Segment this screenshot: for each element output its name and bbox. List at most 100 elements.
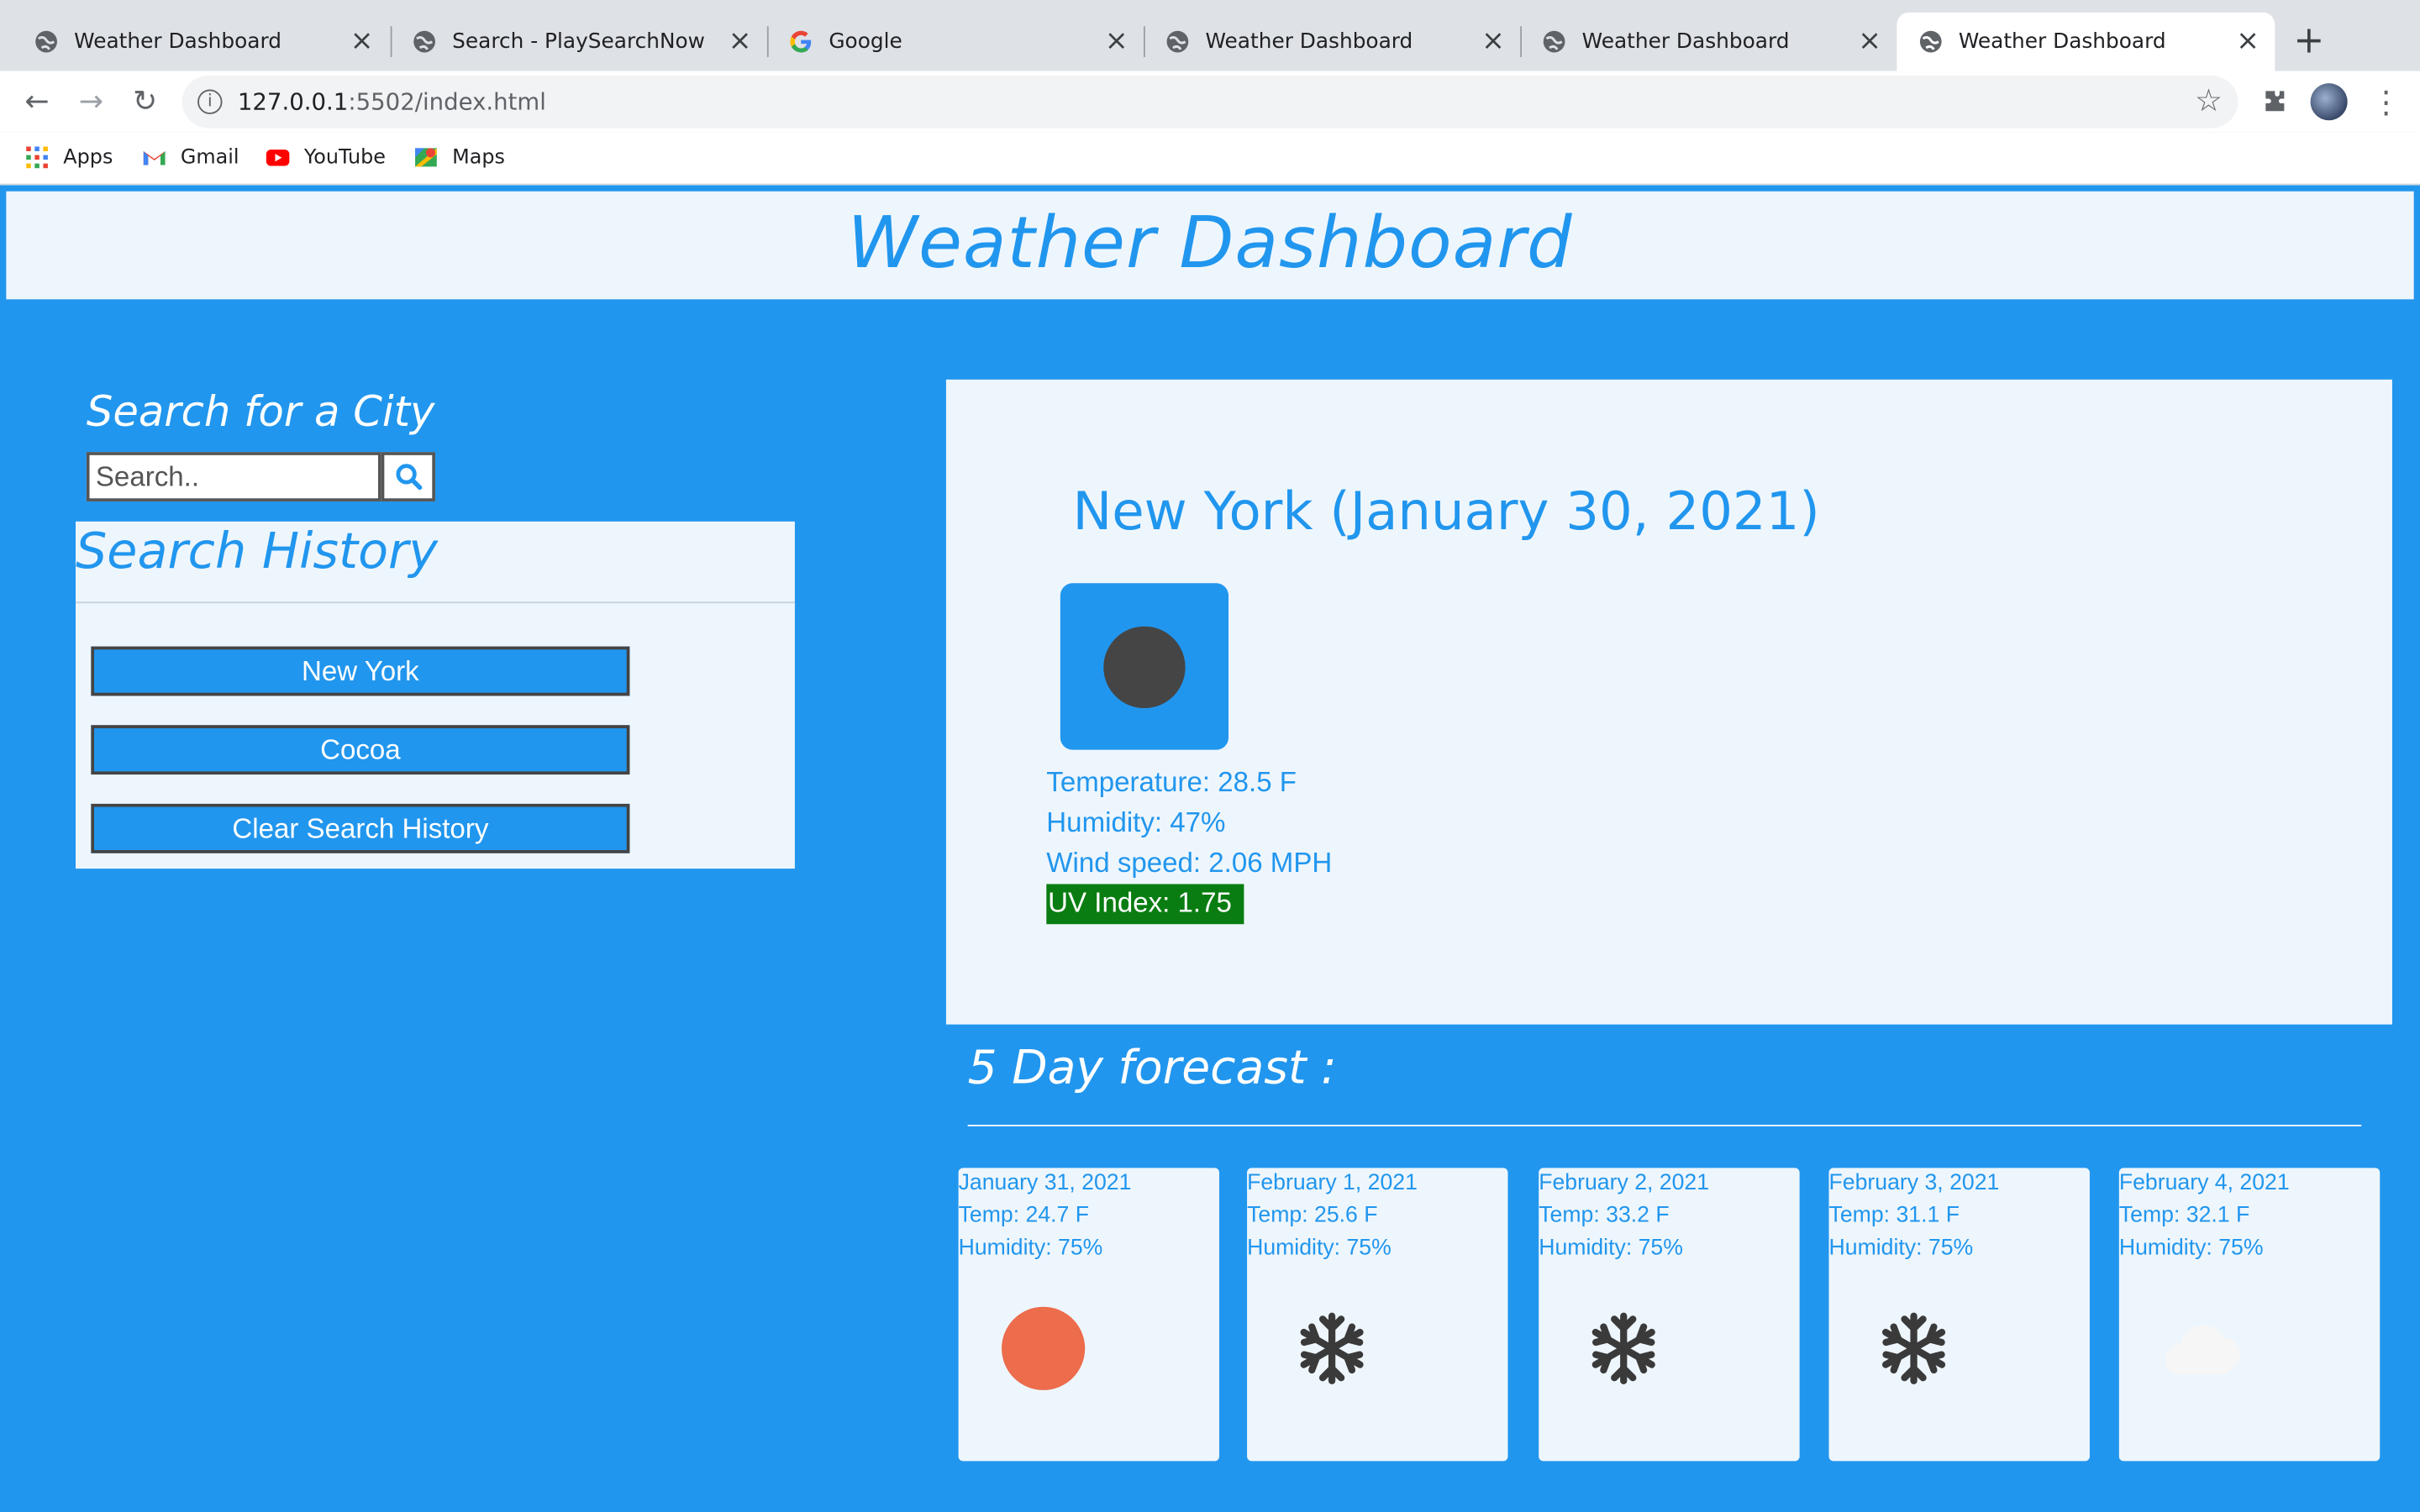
search-history-card: Search History New York Cocoa Clear Sear… [76, 521, 795, 869]
browser-tab[interactable]: Search - PlaySearchNow × [391, 13, 767, 71]
bookmark-maps[interactable]: Maps [413, 145, 505, 170]
globe-icon [1543, 30, 1565, 53]
search-button[interactable] [381, 452, 435, 501]
forecast-humidity: Humidity: 75% [958, 1236, 1103, 1261]
tab-title: Google [829, 29, 902, 55]
page-header: Weather Dashboard [6, 191, 2414, 300]
forecast-date: February 4, 2021 [2118, 1171, 2290, 1196]
forecast-temp: Temp: 25.6 F [1247, 1203, 1378, 1229]
weather-icon-box [1060, 583, 1229, 750]
humidity-text: Humidity: 47% [1046, 806, 1226, 838]
url-host: 127.0.0.1 [237, 87, 349, 116]
bookmark-label: Maps [452, 145, 506, 170]
search-icon [395, 464, 422, 491]
bookmarks-bar: Apps Gmail YouTube Maps [0, 132, 2420, 186]
search-history-heading: Search History [76, 521, 439, 580]
close-icon[interactable]: × [1481, 27, 1505, 55]
bookmark-label: YouTube [303, 145, 386, 170]
forecast-temp: Temp: 24.7 F [958, 1203, 1090, 1229]
forecast-humidity: Humidity: 75% [2118, 1236, 2264, 1261]
tab-title: Weather Dashboard [1581, 29, 1790, 55]
bookmark-apps[interactable]: Apps [24, 145, 113, 170]
browser-window: Weather Dashboard × Search - PlaySearchN… [0, 0, 2420, 1512]
browser-tab-active[interactable]: Weather Dashboard × [1897, 12, 2275, 71]
close-icon[interactable]: × [1858, 27, 1881, 55]
bookmark-label: Gmail [180, 145, 239, 170]
avatar[interactable] [2310, 83, 2348, 121]
city-heading: New York (January 30, 2021) [1072, 481, 1820, 543]
apps-grid-icon [26, 146, 48, 169]
tab-strip: Weather Dashboard × Search - PlaySearchN… [0, 0, 2420, 71]
browser-toolbar: ← → ↻ i 127.0.0.1:5502/index.html ☆ ⋮ [0, 71, 2420, 133]
forecast-humidity: Humidity: 75% [1539, 1236, 1683, 1261]
puzzle-icon[interactable] [2260, 87, 2291, 118]
forecast-card: February 3, 2021 Temp: 31.1 F Humidity: … [1828, 1168, 2090, 1462]
forecast-card: February 1, 2021 Temp: 25.6 F Humidity: … [1247, 1168, 1508, 1462]
forecast-heading: 5 Day forecast : [967, 1041, 1337, 1096]
current-weather-card: New York (January 30, 2021) Temperature:… [945, 379, 2392, 1025]
youtube-icon [266, 150, 290, 166]
clear-history-button[interactable]: Clear Search History [91, 803, 630, 853]
search-heading: Search for a City [86, 388, 435, 437]
browser-tab[interactable]: Google × [767, 13, 1144, 71]
tab-title: Search - PlaySearchNow [452, 29, 705, 55]
divider [76, 601, 795, 604]
temperature-text: Temperature: 28.5 F [1046, 766, 1297, 798]
forecast-date: February 2, 2021 [1539, 1171, 1710, 1196]
wind-speed-text: Wind speed: 2.06 MPH [1046, 847, 1333, 879]
close-icon[interactable]: × [1105, 27, 1128, 55]
close-icon[interactable]: × [350, 27, 374, 55]
snowflake-icon [1881, 1312, 1946, 1385]
forecast-temp: Temp: 32.1 F [2118, 1203, 2250, 1229]
close-icon[interactable]: × [2236, 27, 2260, 55]
url-path: :5502/index.html [348, 87, 546, 116]
back-arrow-icon[interactable]: ← [18, 83, 55, 120]
forecast-date: February 3, 2021 [1828, 1171, 2000, 1196]
browser-tab[interactable]: Weather Dashboard × [1144, 13, 1520, 71]
bookmark-gmail[interactable]: Gmail [142, 145, 239, 170]
forecast-humidity: Humidity: 75% [1828, 1236, 1974, 1261]
info-icon[interactable]: i [197, 89, 223, 114]
search-input[interactable] [86, 452, 381, 501]
globe-icon [1166, 30, 1189, 53]
divider [967, 1124, 2362, 1126]
globe-icon [35, 30, 57, 53]
cloud-icon [2165, 1325, 2240, 1375]
globe-icon [413, 30, 435, 53]
google-icon [790, 30, 812, 53]
forecast-card: February 2, 2021 Temp: 33.2 F Humidity: … [1539, 1168, 1800, 1462]
gmail-icon [143, 151, 166, 165]
address-bar[interactable]: i 127.0.0.1:5502/index.html ☆ [182, 76, 2238, 129]
forward-arrow-icon[interactable]: → [72, 83, 109, 120]
forecast-date: February 1, 2021 [1247, 1171, 1418, 1196]
bookmark-youtube[interactable]: YouTube [266, 145, 386, 170]
browser-tab[interactable]: Weather Dashboard × [1520, 13, 1897, 71]
tab-title: Weather Dashboard [1205, 29, 1413, 55]
forecast-temp: Temp: 33.2 F [1539, 1203, 1670, 1229]
forecast-card: January 31, 2021 Temp: 24.7 F Humidity: … [958, 1168, 1220, 1462]
sun-icon [1002, 1306, 1086, 1390]
maps-icon [415, 148, 437, 167]
browser-tab[interactable]: Weather Dashboard × [13, 13, 389, 71]
forecast-temp: Temp: 31.1 F [1828, 1203, 1960, 1229]
tab-title: Weather Dashboard [1958, 29, 2166, 55]
snowflake-icon [1591, 1312, 1655, 1385]
globe-icon [1919, 30, 1942, 53]
reload-icon[interactable]: ↻ [127, 83, 164, 120]
page-title: Weather Dashboard [847, 200, 1573, 284]
tab-title: Weather Dashboard [74, 29, 281, 55]
dark-circle-icon [1103, 626, 1186, 709]
new-tab-button[interactable]: + [2293, 18, 2324, 61]
forecast-card: February 4, 2021 Temp: 32.1 F Humidity: … [2118, 1168, 2381, 1462]
url-text: 127.0.0.1:5502/index.html [238, 88, 546, 116]
forecast-humidity: Humidity: 75% [1247, 1236, 1392, 1261]
close-icon[interactable]: × [729, 27, 752, 55]
forecast-date: January 31, 2021 [958, 1171, 1132, 1196]
more-vert-icon[interactable]: ⋮ [2370, 83, 2402, 120]
history-item-button[interactable]: Cocoa [91, 725, 630, 775]
bookmark-label: Apps [63, 145, 113, 170]
snowflake-icon [1300, 1312, 1364, 1385]
uv-index-badge: UV Index: 1.75 [1046, 884, 1244, 925]
star-icon[interactable]: ☆ [2195, 81, 2223, 118]
history-item-button[interactable]: New York [91, 646, 630, 696]
